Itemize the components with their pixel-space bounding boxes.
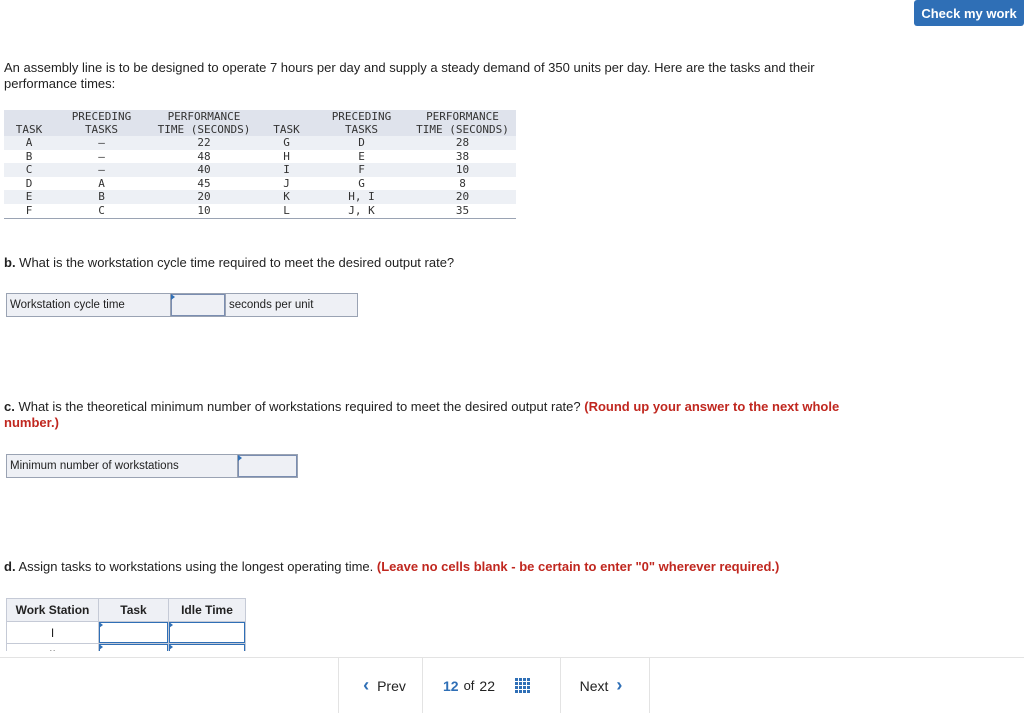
table-row: C —40 I F 10 [4, 163, 516, 177]
table-row: E B 20 K H, I 20 [4, 190, 516, 204]
table-row: F C 10 L J, K 35 [4, 203, 516, 219]
next-label: Next [579, 677, 609, 694]
chevron-left-icon: ‹ [363, 675, 370, 695]
task-input[interactable] [98, 643, 169, 651]
question-pager[interactable]: 12 of 22 [443, 658, 530, 713]
task-table: TASK PRECEDING TASKS PERFORMANCE TIME (SEC… [4, 110, 516, 219]
cycle-time-unit: seconds per unit [226, 294, 357, 316]
cycle-time-answer-row: Workstation cycle time seconds per unit [6, 293, 358, 317]
table-row: I [6, 621, 246, 644]
current-question-number: 12 [443, 677, 459, 694]
problem-intro: An assembly line is to be designed to op… [4, 60, 815, 91]
station-label: I [6, 621, 99, 644]
grid-icon [515, 678, 530, 693]
min-workstations-input[interactable] [237, 455, 297, 477]
idle-time-input[interactable] [168, 621, 246, 644]
col-work-station: Work Station [6, 598, 99, 622]
table-row: D A 45 JG8 [25, 176, 466, 190]
prev-button[interactable]: ‹ Prev [338, 658, 423, 713]
workstation-table-viewport: Work Station Task Idle Time I II [0, 598, 260, 651]
prev-label: Prev [377, 677, 406, 694]
col-task: TASK [4, 110, 54, 136]
col-task-2: TASK [259, 110, 314, 136]
table-row: II [6, 643, 246, 651]
check-my-work-button[interactable]: Check my work [914, 0, 1024, 26]
answer-flag-icon [99, 644, 103, 650]
idle-time-input[interactable] [168, 643, 246, 651]
station-label: II [6, 643, 99, 651]
next-button[interactable]: Next › [560, 658, 650, 713]
col-preceding-2: PRECEDING TASKS [314, 110, 409, 136]
answer-flag-icon [238, 455, 242, 461]
total-questions: 22 [479, 677, 495, 694]
answer-flag-icon [171, 294, 175, 300]
cycle-time-input[interactable] [170, 294, 226, 316]
col-preceding: PRECEDING TASKS [54, 110, 149, 136]
workstation-table: Work Station Task Idle Time I II [6, 598, 246, 651]
col-idle-time: Idle Time [168, 598, 246, 622]
table-row: B —48 H E 38 [25, 149, 470, 163]
table-row: A —22 G D 28 [4, 136, 516, 150]
bottom-nav: ‹ Prev 12 of 22 Next › [0, 657, 1024, 713]
col-performance-2: PERFORMANCE TIME (SECONDS) [409, 110, 516, 136]
question-b: b. What is the workstation cycle time re… [4, 255, 455, 270]
min-workstations-answer-row: Minimum number of workstations [6, 454, 298, 478]
col-task: Task [98, 598, 169, 622]
question-d: d. Assign tasks to workstations using th… [4, 559, 780, 574]
cycle-time-label: Workstation cycle time [7, 294, 170, 316]
answer-flag-icon [169, 622, 173, 628]
col-performance: PERFORMANCE TIME (SECONDS) [149, 110, 259, 136]
min-workstations-label: Minimum number of workstations [7, 455, 237, 477]
of-label: of [463, 678, 475, 693]
task-input[interactable] [98, 621, 169, 644]
question-c: c. What is the theoretical minimum numbe… [4, 399, 840, 430]
chevron-right-icon: › [616, 675, 623, 695]
answer-flag-icon [169, 644, 173, 650]
answer-flag-icon [99, 622, 103, 628]
